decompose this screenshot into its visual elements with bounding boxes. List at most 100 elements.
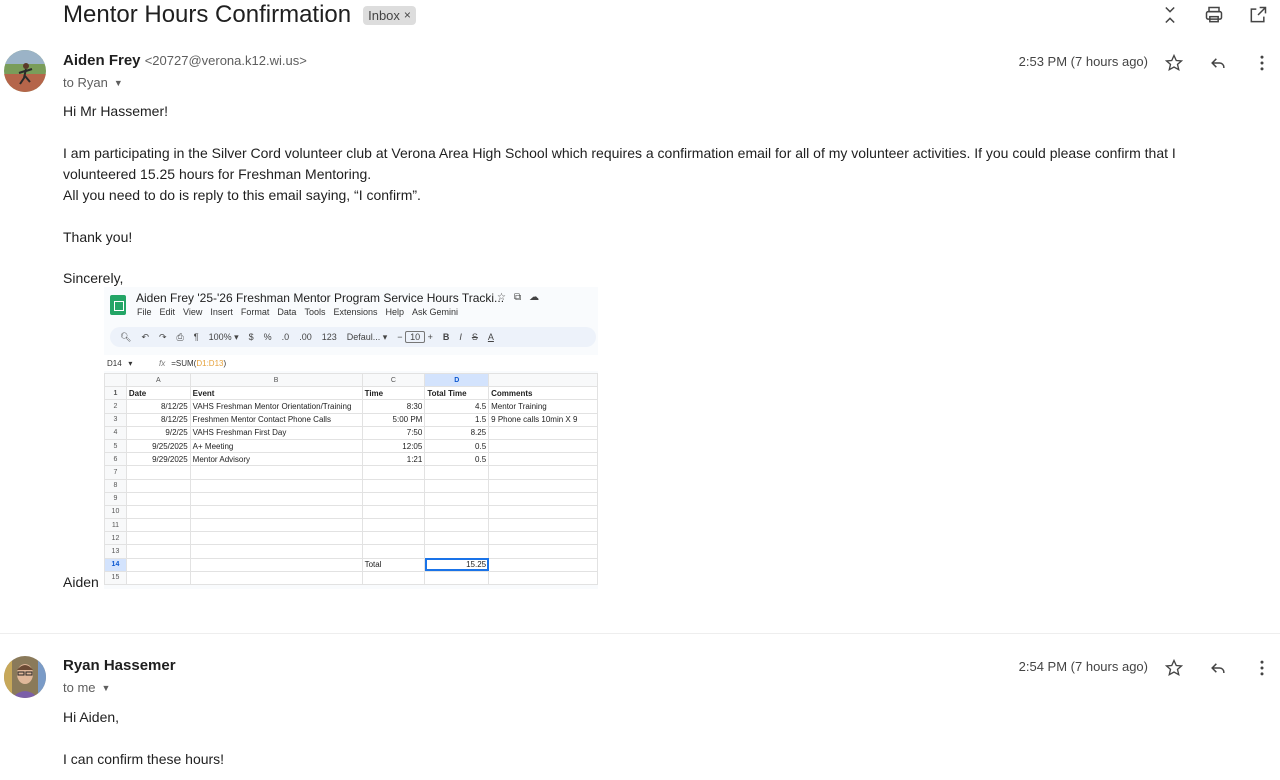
sender-name[interactable]: Aiden Frey	[63, 52, 141, 69]
closing-line: Sincerely,	[63, 270, 124, 286]
thread-actions	[1158, 3, 1270, 27]
print-icon[interactable]	[1202, 3, 1226, 27]
message-time: 2:54 PM (7 hours ago)	[1018, 659, 1148, 674]
strikethrough-icon: S	[471, 332, 478, 342]
cell: Event	[189, 386, 363, 401]
cell: Time	[361, 386, 426, 401]
row-number: 5	[104, 438, 127, 454]
row-number: 7	[104, 465, 127, 480]
body-paragraph: All you need to do is reply to this emai…	[63, 187, 421, 203]
decrease-decimal: .0	[281, 332, 290, 342]
row-number: 9	[104, 491, 127, 506]
cell-reference: D14 ▾	[107, 358, 133, 368]
sender-avatar[interactable]	[4, 50, 46, 92]
subject-row: Mentor Hours Confirmation Inbox ×	[63, 0, 416, 30]
row-number: 12	[104, 531, 127, 546]
star-icon[interactable]	[1162, 656, 1186, 680]
row-number: 3	[104, 412, 127, 427]
cell: 0.5	[424, 438, 490, 454]
table-row: 11	[104, 518, 598, 533]
message-divider	[0, 633, 1280, 634]
cloud-icon: ☁	[529, 292, 540, 303]
sheet-toolbar: 🔍︎ ↶ ↷ ⎙ ¶ 100% ▾ $ % .0 .00 123 Defaul.…	[110, 327, 596, 347]
body-paragraph: I am participating in the Silver Cord vo…	[63, 145, 1176, 182]
row-number: 15	[104, 570, 127, 586]
sender-email: <20727@verona.k12.wi.us>	[144, 53, 307, 68]
table-row: 8	[104, 478, 598, 493]
cell: 9/2/25	[125, 425, 191, 440]
undo-icon: ↶	[141, 331, 149, 342]
sheet-title: Aiden Frey '25-'26 Freshman Mentor Progr…	[136, 291, 505, 305]
font-select: Defaul... ▾	[346, 331, 388, 342]
greeting: Hi Aiden,	[63, 709, 120, 725]
spreadsheet-screenshot: Aiden Frey '25-'26 Freshman Mentor Progr…	[104, 287, 598, 589]
row-number: 1	[104, 386, 127, 401]
table-row: 3 8/12/25 Freshmen Mentor Contact Phone …	[104, 412, 598, 427]
formula-text: =SUM(D1:D13)	[171, 358, 227, 368]
table-row: 10	[104, 504, 598, 520]
increase-decimal: .00	[299, 332, 312, 342]
sender-line: Aiden Frey <20727@verona.k12.wi.us>	[63, 52, 307, 69]
sheets-logo-icon	[110, 295, 126, 315]
recipients-line: to Ryan ▼	[63, 75, 123, 90]
cell: 12:05	[361, 438, 426, 454]
table-row: 6 9/29/2025 Mentor Advisory 1:21 0.5	[104, 452, 598, 467]
menu-ask-gemini: Ask Gemini	[412, 307, 459, 317]
font-size-box: − 10 +	[397, 331, 433, 343]
table-row: 1 Date Event Time Total Time Comments	[104, 386, 598, 401]
table-row: 2 8/12/25 VAHS Freshman Mentor Orientati…	[104, 399, 598, 414]
row-number: 2	[104, 399, 127, 414]
cell: 1:21	[361, 452, 426, 467]
message-actions	[1162, 51, 1274, 75]
star-icon[interactable]	[1162, 51, 1186, 75]
recipient-text: to Ryan	[63, 75, 108, 90]
row-number: 8	[104, 478, 127, 493]
show-details-icon[interactable]: ▼	[114, 78, 123, 88]
menu-data: Data	[277, 307, 297, 317]
table-row: 4 9/2/25 VAHS Freshman First Day 7:50 8.…	[104, 425, 598, 440]
cell: 1.5	[424, 412, 490, 427]
reply-icon[interactable]	[1206, 51, 1230, 75]
label-text: Inbox	[368, 7, 400, 23]
table-row: 13	[104, 544, 598, 559]
more-vert-icon[interactable]	[1250, 656, 1274, 680]
sender-avatar[interactable]	[4, 656, 46, 698]
cell: 8:30	[361, 399, 426, 414]
collapse-icon[interactable]	[1158, 3, 1182, 27]
bold-icon: B	[442, 332, 450, 342]
spreadsheet-grid: A B C D 1 Date Event Time Total Time Com…	[104, 372, 598, 586]
recipients-line: to me ▼	[63, 680, 110, 695]
sheet-title-icons: ☆ ⧉ ☁	[497, 292, 539, 303]
row-number: 4	[104, 425, 127, 440]
text-color-icon: A	[487, 332, 494, 342]
message-body: Hi Mr Hassemer! I am participating in th…	[63, 101, 1250, 289]
body-paragraph: I can confirm these hours!	[63, 751, 225, 767]
corner-cell	[104, 372, 127, 388]
cell: VAHS Freshman First Day	[189, 425, 363, 440]
menu-extensions: Extensions	[333, 307, 378, 317]
number-format: 123	[321, 332, 337, 342]
total-label-cell: Total	[361, 557, 426, 572]
show-details-icon[interactable]: ▼	[102, 683, 111, 693]
greeting: Hi Mr Hassemer!	[63, 103, 169, 119]
remove-label-icon[interactable]: ×	[404, 8, 411, 22]
menu-file: File	[137, 307, 152, 317]
cell: Comments	[488, 386, 598, 401]
search-icon: 🔍︎	[120, 331, 132, 342]
more-vert-icon[interactable]	[1250, 51, 1274, 75]
print-icon: ⎙	[176, 331, 184, 342]
row-number: 13	[104, 544, 127, 559]
cell: A+ Meeting	[189, 438, 363, 454]
reply-icon[interactable]	[1206, 656, 1230, 680]
table-row: 7	[104, 465, 598, 480]
sender-line: Ryan Hassemer	[63, 657, 176, 674]
column-header	[488, 372, 598, 388]
redo-icon: ↷	[158, 331, 167, 342]
sender-name[interactable]: Ryan Hassemer	[63, 657, 176, 674]
inbox-label-chip[interactable]: Inbox ×	[363, 5, 416, 25]
message-body: Hi Aiden, I can confirm these hours!	[63, 707, 1250, 770]
row-number: 11	[104, 518, 127, 533]
table-row: 15	[104, 570, 598, 586]
menu-tools: Tools	[304, 307, 326, 317]
open-in-new-window-icon[interactable]	[1246, 3, 1270, 27]
